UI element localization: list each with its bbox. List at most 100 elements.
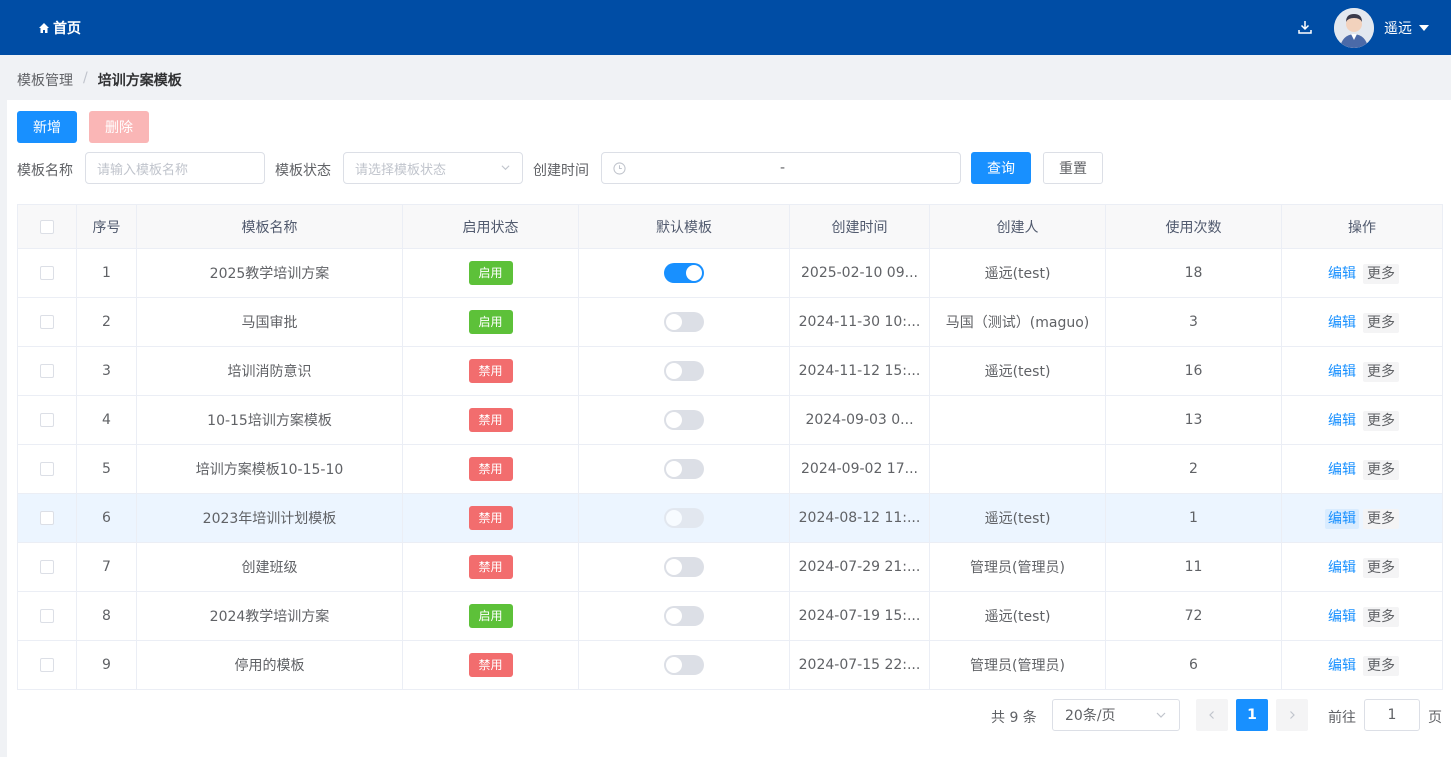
breadcrumb-parent[interactable]: 模板管理	[17, 70, 73, 90]
edit-button[interactable]: 编辑	[1325, 509, 1359, 529]
edit-button[interactable]: 编辑	[1325, 558, 1359, 578]
row-created-time: 2024-08-12 11:...	[789, 493, 930, 543]
row-use-count: 6	[1105, 640, 1282, 690]
row-checkbox[interactable]	[40, 413, 54, 427]
default-template-switch[interactable]	[664, 508, 704, 528]
row-creator: 管理员(管理员)	[929, 542, 1106, 592]
table-row: 2 马国审批 启用 2024-11-30 10:... 马国（测试）(maguo) 3 编辑…	[17, 297, 1443, 347]
default-template-switch[interactable]	[664, 361, 704, 381]
edit-button[interactable]: 编辑	[1325, 607, 1359, 627]
more-button[interactable]: 更多	[1363, 607, 1399, 627]
user-name[interactable]: 遥远	[1384, 18, 1412, 38]
row-checkbox[interactable]	[40, 609, 54, 623]
row-default-cell	[578, 444, 790, 494]
row-checkbox[interactable]	[40, 560, 54, 574]
row-use-count: 16	[1105, 346, 1282, 396]
row-creator	[929, 444, 1106, 494]
default-template-switch[interactable]	[664, 410, 704, 430]
edit-button[interactable]: 编辑	[1325, 264, 1359, 284]
edit-button[interactable]: 编辑	[1325, 460, 1359, 480]
table-row: 8 2024教学培训方案 启用 2024-07-19 15:... 遥远(test) 72…	[17, 591, 1443, 641]
default-template-switch[interactable]	[664, 606, 704, 626]
more-button[interactable]: 更多	[1363, 558, 1399, 578]
edit-button[interactable]: 编辑	[1325, 362, 1359, 382]
next-page-button[interactable]	[1276, 699, 1308, 731]
home-label: 首页	[53, 21, 81, 37]
home-link[interactable]: 首页	[38, 18, 81, 38]
row-template-name: 停用的模板	[136, 640, 403, 690]
page-size-select[interactable]: 20条/页	[1052, 699, 1180, 731]
chevron-right-icon	[1290, 711, 1295, 719]
row-select-cell	[17, 297, 77, 347]
row-select-cell	[17, 346, 77, 396]
row-checkbox[interactable]	[40, 364, 54, 378]
row-status-cell: 禁用	[402, 640, 579, 690]
row-select-cell	[17, 591, 77, 641]
row-actions-cell: 编辑 更多	[1281, 395, 1443, 445]
query-button[interactable]: 查询	[971, 152, 1031, 184]
default-template-switch[interactable]	[664, 655, 704, 675]
table-row: 7 创建班级 禁用 2024-07-29 21:... 管理员(管理员) 11 编辑 更多	[17, 542, 1443, 592]
add-button[interactable]: 新增	[17, 111, 77, 143]
caret-down-icon[interactable]	[1419, 25, 1429, 31]
row-use-count: 11	[1105, 542, 1282, 592]
more-button[interactable]: 更多	[1363, 509, 1399, 529]
more-button[interactable]: 更多	[1363, 362, 1399, 382]
default-template-switch[interactable]	[664, 263, 704, 283]
row-checkbox[interactable]	[40, 315, 54, 329]
create-time-range-picker[interactable]: -	[601, 152, 961, 184]
row-actions-cell: 编辑 更多	[1281, 493, 1443, 543]
row-status-cell: 启用	[402, 248, 579, 298]
row-created-time: 2024-07-15 22:...	[789, 640, 930, 690]
default-template-switch[interactable]	[664, 557, 704, 577]
edit-button[interactable]: 编辑	[1325, 656, 1359, 676]
template-status-select[interactable]: 请选择模板状态	[343, 152, 523, 184]
row-created-time: 2024-07-19 15:...	[789, 591, 930, 641]
row-created-time: 2025-02-10 09...	[789, 248, 930, 298]
user-avatar[interactable]	[1334, 8, 1374, 48]
more-button[interactable]: 更多	[1363, 264, 1399, 284]
page-number-current[interactable]: 1	[1236, 699, 1268, 731]
table-row: 9 停用的模板 禁用 2024-07-15 22:... 管理员(管理员) 6 编辑 更多	[17, 640, 1443, 690]
more-button[interactable]: 更多	[1363, 411, 1399, 431]
row-creator: 遥远(test)	[929, 493, 1106, 543]
row-template-name: 2024教学培训方案	[136, 591, 403, 641]
table-row: 4 10-15培训方案模板 禁用 2024-09-03 0... 13 编辑 更多	[17, 395, 1443, 445]
column-header: 启用状态	[402, 204, 579, 249]
more-button[interactable]: 更多	[1363, 656, 1399, 676]
row-default-cell	[578, 493, 790, 543]
row-template-name: 马国审批	[136, 297, 403, 347]
row-default-cell	[578, 395, 790, 445]
row-checkbox[interactable]	[40, 658, 54, 672]
select-all-cell	[17, 204, 77, 249]
select-all-checkbox[interactable]	[40, 219, 54, 234]
more-button[interactable]: 更多	[1363, 313, 1399, 333]
delete-button[interactable]: 删除	[89, 111, 149, 143]
template-status-label: 模板状态	[275, 163, 331, 179]
row-checkbox[interactable]	[40, 462, 54, 476]
row-checkbox[interactable]	[40, 511, 54, 525]
row-creator: 遥远(test)	[929, 248, 1106, 298]
row-status-cell: 启用	[402, 591, 579, 641]
row-template-name: 创建班级	[136, 542, 403, 592]
row-index: 7	[76, 542, 137, 592]
goto-label: 前往	[1328, 710, 1356, 726]
template-name-input[interactable]: 请输入模板名称	[85, 152, 265, 184]
column-header: 操作	[1281, 204, 1443, 249]
row-creator: 管理员(管理员)	[929, 640, 1106, 690]
default-template-switch[interactable]	[664, 312, 704, 332]
row-index: 5	[76, 444, 137, 494]
download-icon[interactable]	[1297, 19, 1313, 35]
more-button[interactable]: 更多	[1363, 460, 1399, 480]
status-badge: 禁用	[468, 408, 513, 432]
goto-page-input[interactable]: 1	[1364, 699, 1420, 731]
row-status-cell: 禁用	[402, 444, 579, 494]
prev-page-button[interactable]	[1196, 699, 1228, 731]
row-checkbox[interactable]	[40, 266, 54, 280]
reset-button[interactable]: 重置	[1043, 152, 1103, 184]
row-template-name: 培训方案模板10-15-10	[136, 444, 403, 494]
edit-button[interactable]: 编辑	[1325, 411, 1359, 431]
status-badge: 禁用	[468, 555, 513, 579]
default-template-switch[interactable]	[664, 459, 704, 479]
edit-button[interactable]: 编辑	[1325, 313, 1359, 333]
